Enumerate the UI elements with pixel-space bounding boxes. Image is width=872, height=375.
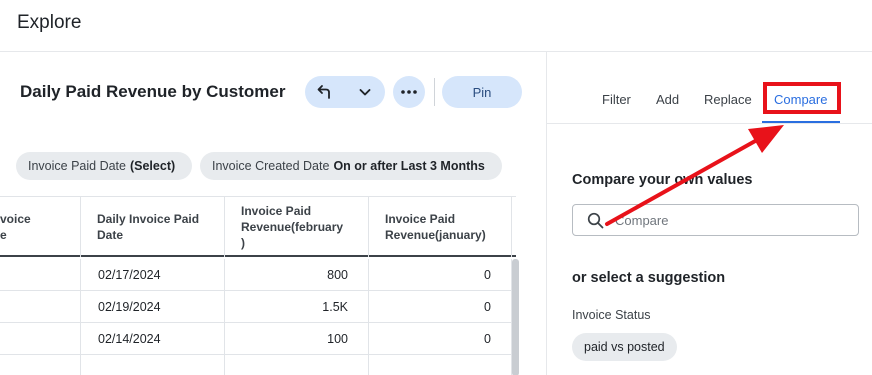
- toolbar-divider: [434, 78, 435, 106]
- table-row[interactable]: 02/19/2024 1.5K 0: [0, 291, 516, 323]
- top-bar: Explore: [0, 0, 872, 52]
- column-header[interactable]: Daily Invoice Paid Date: [81, 197, 225, 257]
- active-tab-indicator: [762, 121, 840, 123]
- visualization-title: Daily Paid Revenue by Customer: [20, 82, 286, 101]
- suggestion-section-title: or select a suggestion: [572, 270, 726, 286]
- column-header-line: Invoice Paid: [385, 212, 456, 226]
- table-cell-feb-revenue: 800: [225, 259, 369, 291]
- annotation-highlight-box: [763, 82, 841, 114]
- search-icon: [587, 212, 604, 229]
- undo-arrow-icon: [317, 85, 330, 99]
- table-header: voice e Daily Invoice Paid Date Invoice …: [0, 197, 516, 257]
- table-cell: [0, 323, 81, 355]
- table-cell: [369, 355, 512, 375]
- tab-filter[interactable]: Filter: [602, 92, 631, 107]
- table-row[interactable]: 02/17/2024 800 0: [0, 259, 516, 291]
- chevron-down-icon: [359, 89, 371, 96]
- suggestion-group-label: Invoice Status: [572, 308, 651, 322]
- table-cell-jan-revenue: 0: [369, 291, 512, 323]
- column-header[interactable]: voice e: [0, 197, 81, 257]
- table-row[interactable]: [0, 355, 516, 375]
- filter-chip-invoice-paid-date[interactable]: Invoice Paid Date (Select): [16, 152, 192, 180]
- app-title: Explore: [17, 12, 82, 33]
- table-cell: [225, 355, 369, 375]
- column-header-line: e: [0, 228, 7, 242]
- table-row[interactable]: 02/14/2024 100 0: [0, 323, 516, 355]
- filter-chip-value: On or after Last 3 Months: [333, 159, 485, 173]
- table-cell: [81, 355, 225, 375]
- suggestion-chip-paid-vs-posted[interactable]: paid vs posted: [572, 333, 677, 361]
- table-cell-jan-revenue: 0: [369, 259, 512, 291]
- data-table: voice e Daily Invoice Paid Date Invoice …: [0, 196, 519, 375]
- column-header-label: Invoice Paid Revenue(january): [385, 211, 505, 243]
- panel-tabs: Filter Add Replace Compare: [547, 82, 872, 124]
- table-cell: [0, 291, 81, 323]
- table-cell-jan-revenue: 0: [369, 323, 512, 355]
- side-panel: Filter Add Replace Compare Compare your …: [546, 52, 872, 375]
- table-cell-date: 02/19/2024: [81, 291, 225, 323]
- column-header-label: Invoice Paid Revenue(february ): [241, 203, 362, 251]
- undo-button[interactable]: [305, 76, 345, 108]
- column-header-label: voice e: [0, 211, 74, 243]
- table-cell-feb-revenue: 1.5K: [225, 291, 369, 323]
- column-header-line: ): [241, 236, 245, 250]
- more-horizontal-icon: [401, 90, 417, 94]
- history-dropdown-button[interactable]: [345, 76, 385, 108]
- table-cell: [0, 259, 81, 291]
- column-header-line: voice: [0, 212, 31, 226]
- table-cell-date: 02/14/2024: [81, 323, 225, 355]
- column-header[interactable]: Invoice Paid Revenue(february ): [225, 197, 369, 257]
- table-scrollbar[interactable]: [512, 259, 519, 375]
- table-cell-feb-revenue: 100: [225, 323, 369, 355]
- more-options-button[interactable]: [393, 76, 425, 108]
- filter-chip-label: Invoice Created Date: [212, 159, 330, 173]
- table-cell: [0, 355, 81, 375]
- compare-section-title: Compare your own values: [572, 172, 753, 188]
- column-header-line: Revenue(february: [241, 220, 344, 234]
- column-header-line: Daily Invoice Paid: [97, 212, 200, 226]
- undo-button-group: [305, 76, 385, 108]
- column-header[interactable]: Invoice Paid Revenue(january): [369, 197, 512, 257]
- tab-replace[interactable]: Replace: [704, 92, 752, 107]
- compare-search-box[interactable]: [572, 204, 859, 236]
- pin-button[interactable]: Pin: [442, 76, 522, 108]
- column-header-line: Invoice Paid: [241, 204, 312, 218]
- column-header-line: Revenue(january): [385, 228, 486, 242]
- filter-chip-invoice-created-date[interactable]: Invoice Created Date On or after Last 3 …: [200, 152, 502, 180]
- filter-chip-label: Invoice Paid Date: [28, 159, 126, 173]
- tab-add[interactable]: Add: [656, 92, 679, 107]
- column-header-label: Daily Invoice Paid Date: [97, 211, 218, 243]
- visualization-area: Daily Paid Revenue by Customer Pin Invoi…: [0, 52, 546, 375]
- filter-chip-value: (Select): [129, 159, 176, 173]
- table-cell-date: 02/17/2024: [81, 259, 225, 291]
- column-header-line: Date: [97, 228, 124, 242]
- compare-input[interactable]: [615, 209, 850, 231]
